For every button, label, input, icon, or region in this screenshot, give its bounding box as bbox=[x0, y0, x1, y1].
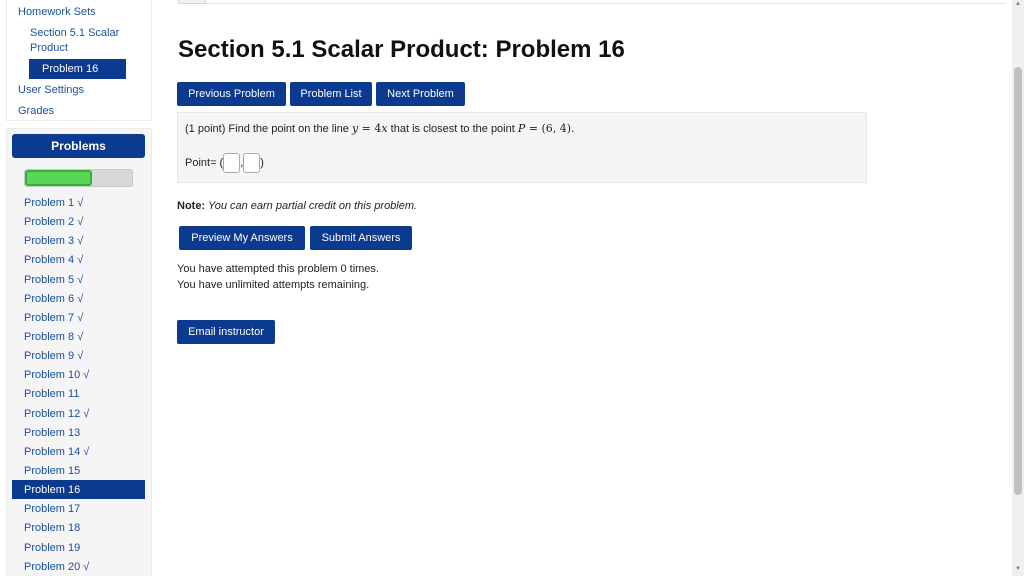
scrollbar[interactable]: ▲ ▼ bbox=[1012, 0, 1024, 576]
nav-grades[interactable]: Grades bbox=[18, 105, 54, 117]
scrollbar-thumb[interactable] bbox=[1014, 67, 1022, 495]
nav-section-line1[interactable]: Section 5.1 Scalar bbox=[30, 27, 119, 39]
problem-list-item[interactable]: Problem 8 √ bbox=[12, 327, 145, 346]
progress-bar-fill bbox=[25, 170, 93, 186]
problem-list-item[interactable]: Problem 16 bbox=[12, 480, 145, 500]
problem-list-item[interactable]: Problem 15 bbox=[12, 461, 145, 480]
note-text: You can earn partial credit on this prob… bbox=[205, 200, 418, 212]
answer-y-input[interactable] bbox=[243, 153, 261, 173]
answer-row: Point= (,) bbox=[185, 153, 264, 173]
problem-text: (1 point) Find the point on the line y =… bbox=[185, 122, 575, 135]
nav-section-line2[interactable]: Product bbox=[30, 42, 68, 54]
note-label: Note: bbox=[177, 200, 206, 212]
previous-problem-button[interactable]: Previous Problem bbox=[177, 82, 286, 106]
problem-list-item[interactable]: Problem 14 √ bbox=[12, 442, 145, 461]
top-divider bbox=[178, 0, 1006, 4]
problem-list-item[interactable]: Problem 12 √ bbox=[12, 404, 145, 423]
answer-close: ) bbox=[260, 156, 264, 169]
next-problem-button[interactable]: Next Problem bbox=[376, 82, 465, 106]
problem-list-item[interactable]: Problem 7 √ bbox=[12, 308, 145, 327]
problem-list-item[interactable]: Problem 3 √ bbox=[12, 231, 145, 250]
problem-list-item[interactable]: Problem 11 bbox=[12, 384, 145, 403]
submit-answers-button[interactable]: Submit Answers bbox=[310, 226, 412, 250]
preview-answers-button[interactable]: Preview My Answers bbox=[179, 226, 305, 250]
partial-credit-note: Note: You can earn partial credit on thi… bbox=[177, 200, 417, 212]
problem-list-item[interactable]: Problem 18 bbox=[12, 518, 145, 537]
problem-list-item[interactable]: Problem 1 √ bbox=[12, 193, 145, 212]
nav-user-settings[interactable]: User Settings bbox=[18, 84, 84, 96]
problem-list-item[interactable]: Problem 6 √ bbox=[12, 289, 145, 308]
equation-coefficient: = 4 bbox=[358, 122, 382, 135]
nav-homework-sets[interactable]: Homework Sets bbox=[18, 6, 96, 18]
scroll-up-icon[interactable]: ▲ bbox=[1012, 1, 1024, 7]
scroll-down-icon[interactable]: ▼ bbox=[1012, 566, 1024, 572]
problem-list: Problem 1 √ Problem 2 √ Problem 3 √ Problem… bbox=[12, 193, 145, 576]
answer-x-input[interactable] bbox=[223, 153, 241, 173]
problem-middle: that is closest to the point bbox=[387, 123, 518, 135]
problem-list-button[interactable]: Problem List bbox=[290, 82, 372, 106]
problem-list-item[interactable]: Problem 20 √ bbox=[12, 557, 145, 576]
problem-list-item[interactable]: Problem 17 bbox=[12, 499, 145, 518]
problem-list-item[interactable]: Problem 10 √ bbox=[12, 365, 145, 384]
problem-list-item[interactable]: Problem 4 √ bbox=[12, 250, 145, 269]
problem-prefix: (1 point) Find the point on the line bbox=[185, 123, 352, 135]
nav-current-problem[interactable]: Problem 16 bbox=[29, 59, 126, 79]
problem-list-item[interactable]: Problem 13 bbox=[12, 423, 145, 442]
answer-label: Point= ( bbox=[185, 156, 224, 169]
attempts-remaining: You have unlimited attempts remaining. bbox=[177, 279, 370, 291]
sidebar: Homework Sets Section 5.1 Scalar Product… bbox=[0, 0, 152, 576]
problem-list-item[interactable]: Problem 2 √ bbox=[12, 212, 145, 231]
email-instructor-button[interactable]: Email instructor bbox=[177, 320, 275, 344]
problem-statement-box: (1 point) Find the point on the line y =… bbox=[177, 112, 867, 183]
problem-list-item[interactable]: Problem 9 √ bbox=[12, 346, 145, 365]
point-value: = (6, 4). bbox=[525, 122, 575, 135]
progress-bar bbox=[24, 169, 133, 187]
page-title: Section 5.1 Scalar Product: Problem 16 bbox=[178, 36, 625, 63]
problems-header: Problems bbox=[12, 134, 145, 158]
problem-list-item[interactable]: Problem 19 bbox=[12, 538, 145, 557]
attempt-count: You have attempted this problem 0 times. bbox=[177, 263, 379, 275]
top-tab bbox=[178, 0, 206, 4]
problem-list-item[interactable]: Problem 5 √ bbox=[12, 270, 145, 289]
